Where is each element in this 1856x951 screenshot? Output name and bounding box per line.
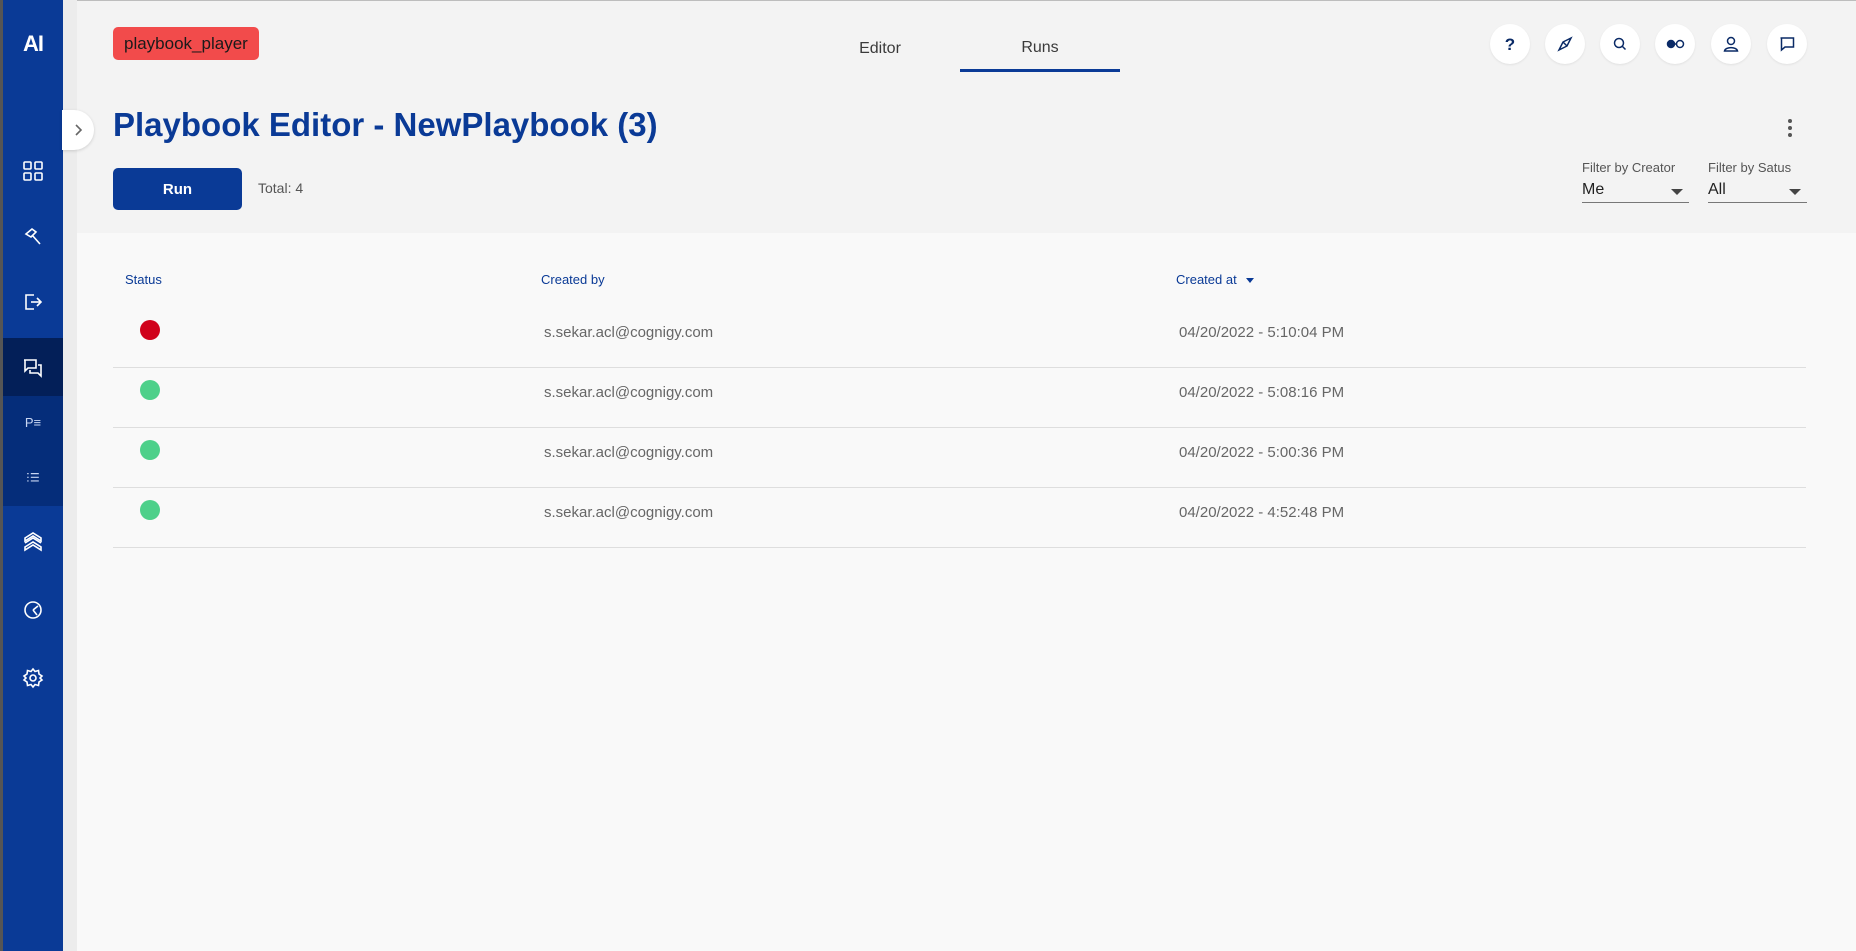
gear-icon bbox=[22, 667, 44, 689]
clock-icon bbox=[24, 601, 42, 619]
sidebar-item-manage[interactable] bbox=[3, 513, 63, 571]
toggle-icon bbox=[1666, 39, 1685, 49]
created-by-cell: s.sekar.acl@cognigy.com bbox=[544, 384, 714, 401]
tab-editor[interactable]: Editor bbox=[820, 26, 940, 72]
sidebar: AI P≡ bbox=[3, 0, 63, 951]
user-icon bbox=[1723, 36, 1739, 52]
created-at-cell: 04/20/2022 - 5:00:36 PM bbox=[1179, 444, 1345, 461]
table-row[interactable]: s.sekar.acl@cognigy.com 04/20/2022 - 4:5… bbox=[113, 488, 1806, 548]
tab-runs[interactable]: Runs bbox=[960, 26, 1120, 72]
page-title: Playbook Editor - NewPlaybook (3) bbox=[113, 106, 658, 143]
filter-status-value: All bbox=[1708, 181, 1726, 198]
sidebar-item-playbooks[interactable]: P≡ bbox=[3, 398, 63, 446]
created-by-cell: s.sekar.acl@cognigy.com bbox=[544, 504, 714, 521]
grid-icon bbox=[23, 161, 43, 181]
filter-status-select[interactable]: All bbox=[1708, 181, 1807, 203]
table-row[interactable]: s.sekar.acl@cognigy.com 04/20/2022 - 5:1… bbox=[113, 308, 1806, 368]
table-row[interactable]: s.sekar.acl@cognigy.com 04/20/2022 - 5:0… bbox=[113, 368, 1806, 428]
sort-desc-icon bbox=[1245, 278, 1254, 284]
search-button[interactable] bbox=[1600, 24, 1640, 64]
chevron-right-icon bbox=[75, 124, 83, 136]
filter-creator-value: Me bbox=[1582, 181, 1605, 198]
created-at-cell: 04/20/2022 - 5:10:04 PM bbox=[1179, 324, 1345, 341]
sidebar-item-runs-list[interactable] bbox=[3, 454, 63, 502]
total-count: Total: 4 bbox=[258, 180, 304, 196]
column-header-status[interactable]: Status bbox=[125, 272, 162, 287]
toggle-button[interactable] bbox=[1655, 24, 1695, 64]
filter-status[interactable]: Filter by Satus All bbox=[1708, 160, 1807, 206]
status-dot bbox=[140, 440, 160, 460]
layers-icon bbox=[24, 532, 42, 552]
more-options-button[interactable] bbox=[1780, 116, 1800, 140]
sidebar-item-test[interactable] bbox=[3, 338, 63, 396]
filter-creator-label: Filter by Creator bbox=[1582, 160, 1676, 175]
sidebar-item-dashboard[interactable] bbox=[3, 142, 63, 200]
column-header-created-at[interactable]: Created at bbox=[1176, 272, 1254, 287]
caret-down-icon bbox=[1671, 189, 1683, 195]
column-header-created-at-label: Created at bbox=[1176, 272, 1237, 287]
feedback-button[interactable] bbox=[1767, 24, 1807, 64]
chat-icon bbox=[24, 359, 42, 378]
sidebar-item-build[interactable] bbox=[3, 208, 63, 266]
status-dot bbox=[140, 500, 160, 520]
project-badge[interactable]: playbook_player bbox=[113, 27, 259, 60]
status-dot bbox=[140, 380, 160, 400]
profile-button[interactable] bbox=[1711, 24, 1751, 64]
search-icon bbox=[1613, 37, 1627, 51]
playbook-icon: P≡ bbox=[24, 414, 42, 430]
compass-icon bbox=[1557, 36, 1573, 52]
status-dot bbox=[140, 320, 160, 340]
logout-icon bbox=[25, 294, 43, 310]
compass-button[interactable] bbox=[1545, 24, 1585, 64]
list-icon bbox=[27, 473, 39, 482]
run-button[interactable]: Run bbox=[113, 168, 242, 210]
sidebar-item-settings[interactable] bbox=[3, 649, 63, 707]
chat-icon bbox=[1780, 37, 1795, 52]
logo: AI bbox=[23, 31, 44, 56]
help-icon: ? bbox=[1505, 35, 1515, 54]
filter-creator[interactable]: Filter by Creator Me bbox=[1582, 160, 1689, 206]
column-header-created-by[interactable]: Created by bbox=[541, 272, 605, 287]
filter-creator-select[interactable]: Me bbox=[1582, 181, 1689, 203]
svg-text:?: ? bbox=[1505, 35, 1515, 54]
created-at-cell: 04/20/2022 - 5:08:16 PM bbox=[1179, 384, 1345, 401]
sidebar-item-deploy[interactable] bbox=[3, 273, 63, 331]
table-row[interactable]: s.sekar.acl@cognigy.com 04/20/2022 - 5:0… bbox=[113, 428, 1806, 488]
created-by-cell: s.sekar.acl@cognigy.com bbox=[544, 324, 714, 341]
created-at-cell: 04/20/2022 - 4:52:48 PM bbox=[1179, 504, 1345, 521]
more-vertical-icon bbox=[1788, 119, 1792, 123]
sidebar-item-analytics[interactable] bbox=[3, 581, 63, 639]
help-button[interactable]: ? bbox=[1490, 24, 1530, 64]
hammer-icon bbox=[24, 227, 41, 245]
created-by-cell: s.sekar.acl@cognigy.com bbox=[544, 444, 714, 461]
filter-status-label: Filter by Satus bbox=[1708, 160, 1792, 175]
caret-down-icon bbox=[1789, 189, 1801, 195]
